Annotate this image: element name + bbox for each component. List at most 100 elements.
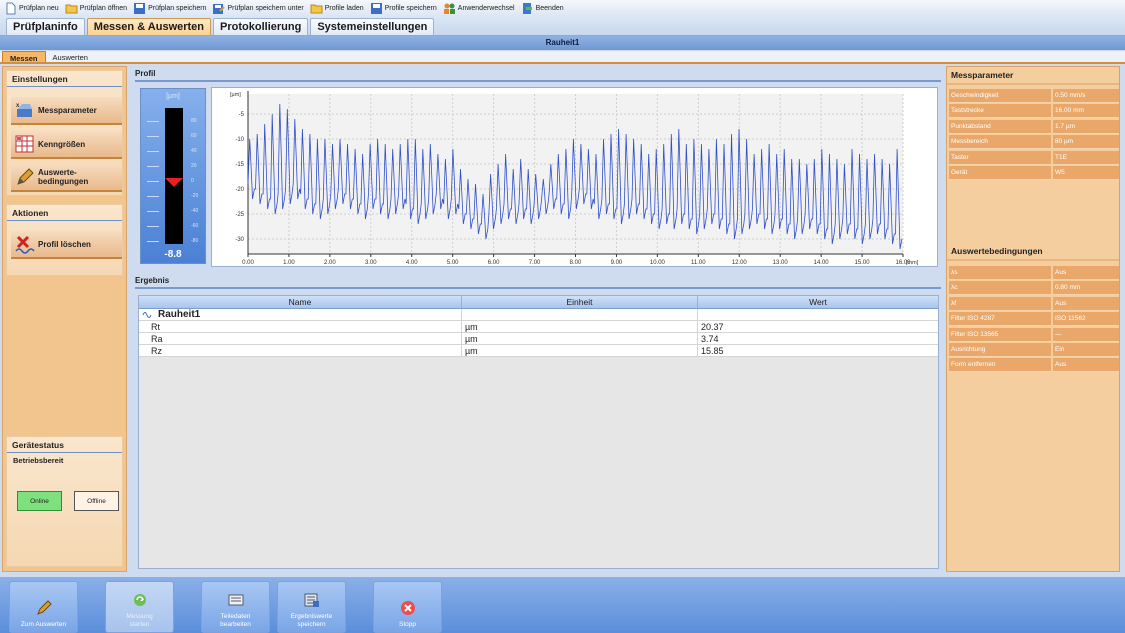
auswertebedingung-key: Form entfernen [949, 358, 1051, 373]
auswertebedingung-row[interactable]: λs Aus [949, 266, 1119, 280]
main-tabs: Prüfplaninfo Messen & Auswerten Protokol… [0, 16, 1125, 36]
auswertebedingung-key: Filter ISO 13565 [949, 327, 1051, 342]
auswertebedingung-row[interactable]: Filter ISO 13565— [949, 327, 1119, 342]
profil-title: Profil [135, 69, 156, 78]
auswertebedingungen-button[interactable]: Auswerte-bedingungen [11, 164, 122, 192]
save-icon [370, 2, 382, 14]
table-row[interactable]: Rz µm 15.85 [139, 345, 938, 357]
settings-title: Einstellungen [7, 71, 122, 87]
auswertebedingung-value: Aus [1053, 296, 1119, 311]
x-tick-label: 13.00 [773, 260, 789, 266]
messparameter-value: W5 [1053, 166, 1119, 180]
right-panel: Messparameter Geschwindigkeit 0.50 mm/s Ta… [946, 66, 1120, 572]
tab-messen-auswerten[interactable]: Messen & Auswerten [86, 18, 212, 35]
col-value-header[interactable]: Wert [698, 296, 938, 308]
x-tick-label: 1.00 [283, 260, 295, 266]
auswertebedingung-key: λc [949, 281, 1051, 296]
messparameter-row[interactable]: Gerät W5 [949, 166, 1119, 180]
ergebnis-title: Ergebnis [135, 276, 170, 285]
gauge-tick-label: 20 [191, 163, 197, 169]
x-tick-label: 11.00 [691, 260, 706, 266]
offline-button[interactable]: Offline [74, 491, 119, 511]
ergebniswerte-speichern-button[interactable]: Ergebniswerte speichern [277, 581, 346, 633]
messparameter-row[interactable]: Geschwindigkeit 0.50 mm/s [949, 89, 1119, 103]
messparameter-value: 0.50 mm/s [1053, 89, 1119, 103]
row-value: 20.37 [701, 322, 724, 332]
messparameter-value: 16.00 mm [1053, 104, 1119, 119]
auswertebedingung-row[interactable]: Form entfernen Aus [949, 358, 1119, 373]
x-tick-label: 0.00 [242, 260, 254, 266]
prufplan-neu-button[interactable]: Prüfplan neu [4, 2, 59, 15]
table-group-row[interactable]: Rauheit1 [139, 309, 938, 321]
x-tick-label: 4.00 [406, 260, 418, 266]
messparameter-title: Messparameter [947, 67, 1119, 85]
auswertebedingung-row[interactable]: Ausrichtung Ein [949, 343, 1119, 357]
tab-protokollierung[interactable]: Protokollierung [213, 18, 309, 35]
messparameter-key: Taster [949, 150, 1051, 165]
ergebnis-divider [135, 287, 941, 289]
gauge-tick-line [147, 151, 159, 152]
y-tick-label: -20 [235, 187, 244, 193]
table-row[interactable]: Rt µm 20.37 [139, 321, 938, 333]
messparameter-row[interactable]: Messbereich 80 µm [949, 135, 1119, 150]
users-icon [443, 3, 455, 14]
prufplan-speichern-unter-button[interactable]: Prüfplan speichern unter [212, 2, 304, 15]
messparameter-key: Geschwindigkeit [949, 89, 1051, 103]
messparameter-key: Gerät [949, 166, 1051, 180]
row-value: 15.85 [701, 346, 724, 356]
save-results-icon [304, 593, 319, 607]
auswertebedingung-row[interactable]: Filter ISO 4287 ISO 11562 [949, 312, 1119, 327]
subtab-auswerten[interactable]: Auswerten [46, 51, 95, 62]
gauge-tick-label: -80 [191, 238, 199, 244]
toolbar: Prüfplan neu Prüfplan öffnen Prüfplan sp… [0, 0, 1125, 16]
gauge-tick-label: 0 [191, 178, 194, 184]
prufplan-speichern-button[interactable]: Prüfplan speichern [133, 2, 206, 15]
tab-prufplaninfo[interactable]: Prüfplaninfo [6, 18, 85, 35]
profile-chart-svg: -5 -10 -15 -20 -25 -30 0.00 1.00 2.00 3.00 4.00 5.0… [230, 91, 919, 266]
gauge-tick-line [147, 241, 159, 242]
measure-params-icon: x [16, 103, 32, 117]
col-unit-header[interactable]: Einheit [462, 296, 698, 308]
auswertebedingung-value: ISO 11562 [1053, 312, 1119, 327]
messparameter-row[interactable]: Punktabstand 1.7 µm [949, 119, 1119, 134]
profile-chart: -5 -10 -15 -20 -25 -30 0.00 1.00 2.00 3.00 4.00 5.0… [211, 87, 938, 267]
auswertebedingung-key: Filter ISO 4287 [949, 312, 1051, 327]
x-tick-label: 8.00 [570, 260, 582, 266]
profile-speichern-button[interactable]: Profile speichern [370, 2, 437, 15]
kenngroessen-button[interactable]: Kenngrößen [11, 131, 122, 159]
table-row[interactable]: Ra µm 3.74 [139, 333, 938, 345]
row-unit: µm [462, 345, 698, 356]
messparameter-value: 80 µm [1053, 135, 1119, 150]
auswertebedingung-row[interactable]: λc 0.80 mm [949, 281, 1119, 296]
gauge-tick-label: 40 [191, 148, 197, 154]
online-button[interactable]: Online [17, 491, 62, 511]
stopp-button[interactable]: Stopp [373, 581, 442, 633]
teiledaten-bearbeiten-button[interactable]: Teiledaten bearbeiten [201, 581, 270, 633]
auswertebedingung-row[interactable]: λf Aus [949, 296, 1119, 311]
tab-systemeinstellungen[interactable]: Systemeinstellungen [310, 18, 435, 35]
col-name-header[interactable]: Name [139, 296, 462, 308]
gauge-tick-line [147, 211, 159, 212]
prufplan-offnen-button[interactable]: Prüfplan öffnen [65, 2, 127, 15]
folder-open-icon [310, 4, 323, 13]
messparameter-row[interactable]: Taster T1E [949, 150, 1119, 165]
messparameter-button[interactable]: x Messparameter [11, 97, 122, 125]
zum-auswerten-button[interactable]: Zum Auswerten [9, 581, 78, 633]
profil-loeschen-button[interactable]: Profil löschen [11, 231, 122, 259]
messung-starten-button[interactable]: Messung starten [105, 581, 174, 633]
auswertebedingung-key: λs [949, 266, 1051, 280]
y-tick-label: -10 [235, 137, 244, 143]
status-title: Gerätestatus [7, 437, 122, 453]
page-title: Rauheit1 [0, 36, 1125, 50]
y-tick-label: -5 [239, 112, 245, 118]
beenden-button[interactable]: Beenden [521, 2, 564, 15]
auswertebedingung-value: 0.80 mm [1053, 281, 1119, 296]
profile-laden-button[interactable]: Profile laden [310, 2, 364, 15]
anwenderwechsel-button[interactable]: Anwenderwechsel [443, 2, 515, 15]
x-tick-label: 10.00 [650, 260, 666, 266]
gauge-unit: [µm] [166, 93, 180, 100]
group-name-cell: Rauheit1 [139, 309, 462, 320]
sub-tabs: Messen Auswerten [0, 51, 1125, 64]
subtab-messen[interactable]: Messen [2, 51, 46, 63]
messparameter-row[interactable]: Taststrecke 16.00 mm [949, 104, 1119, 119]
